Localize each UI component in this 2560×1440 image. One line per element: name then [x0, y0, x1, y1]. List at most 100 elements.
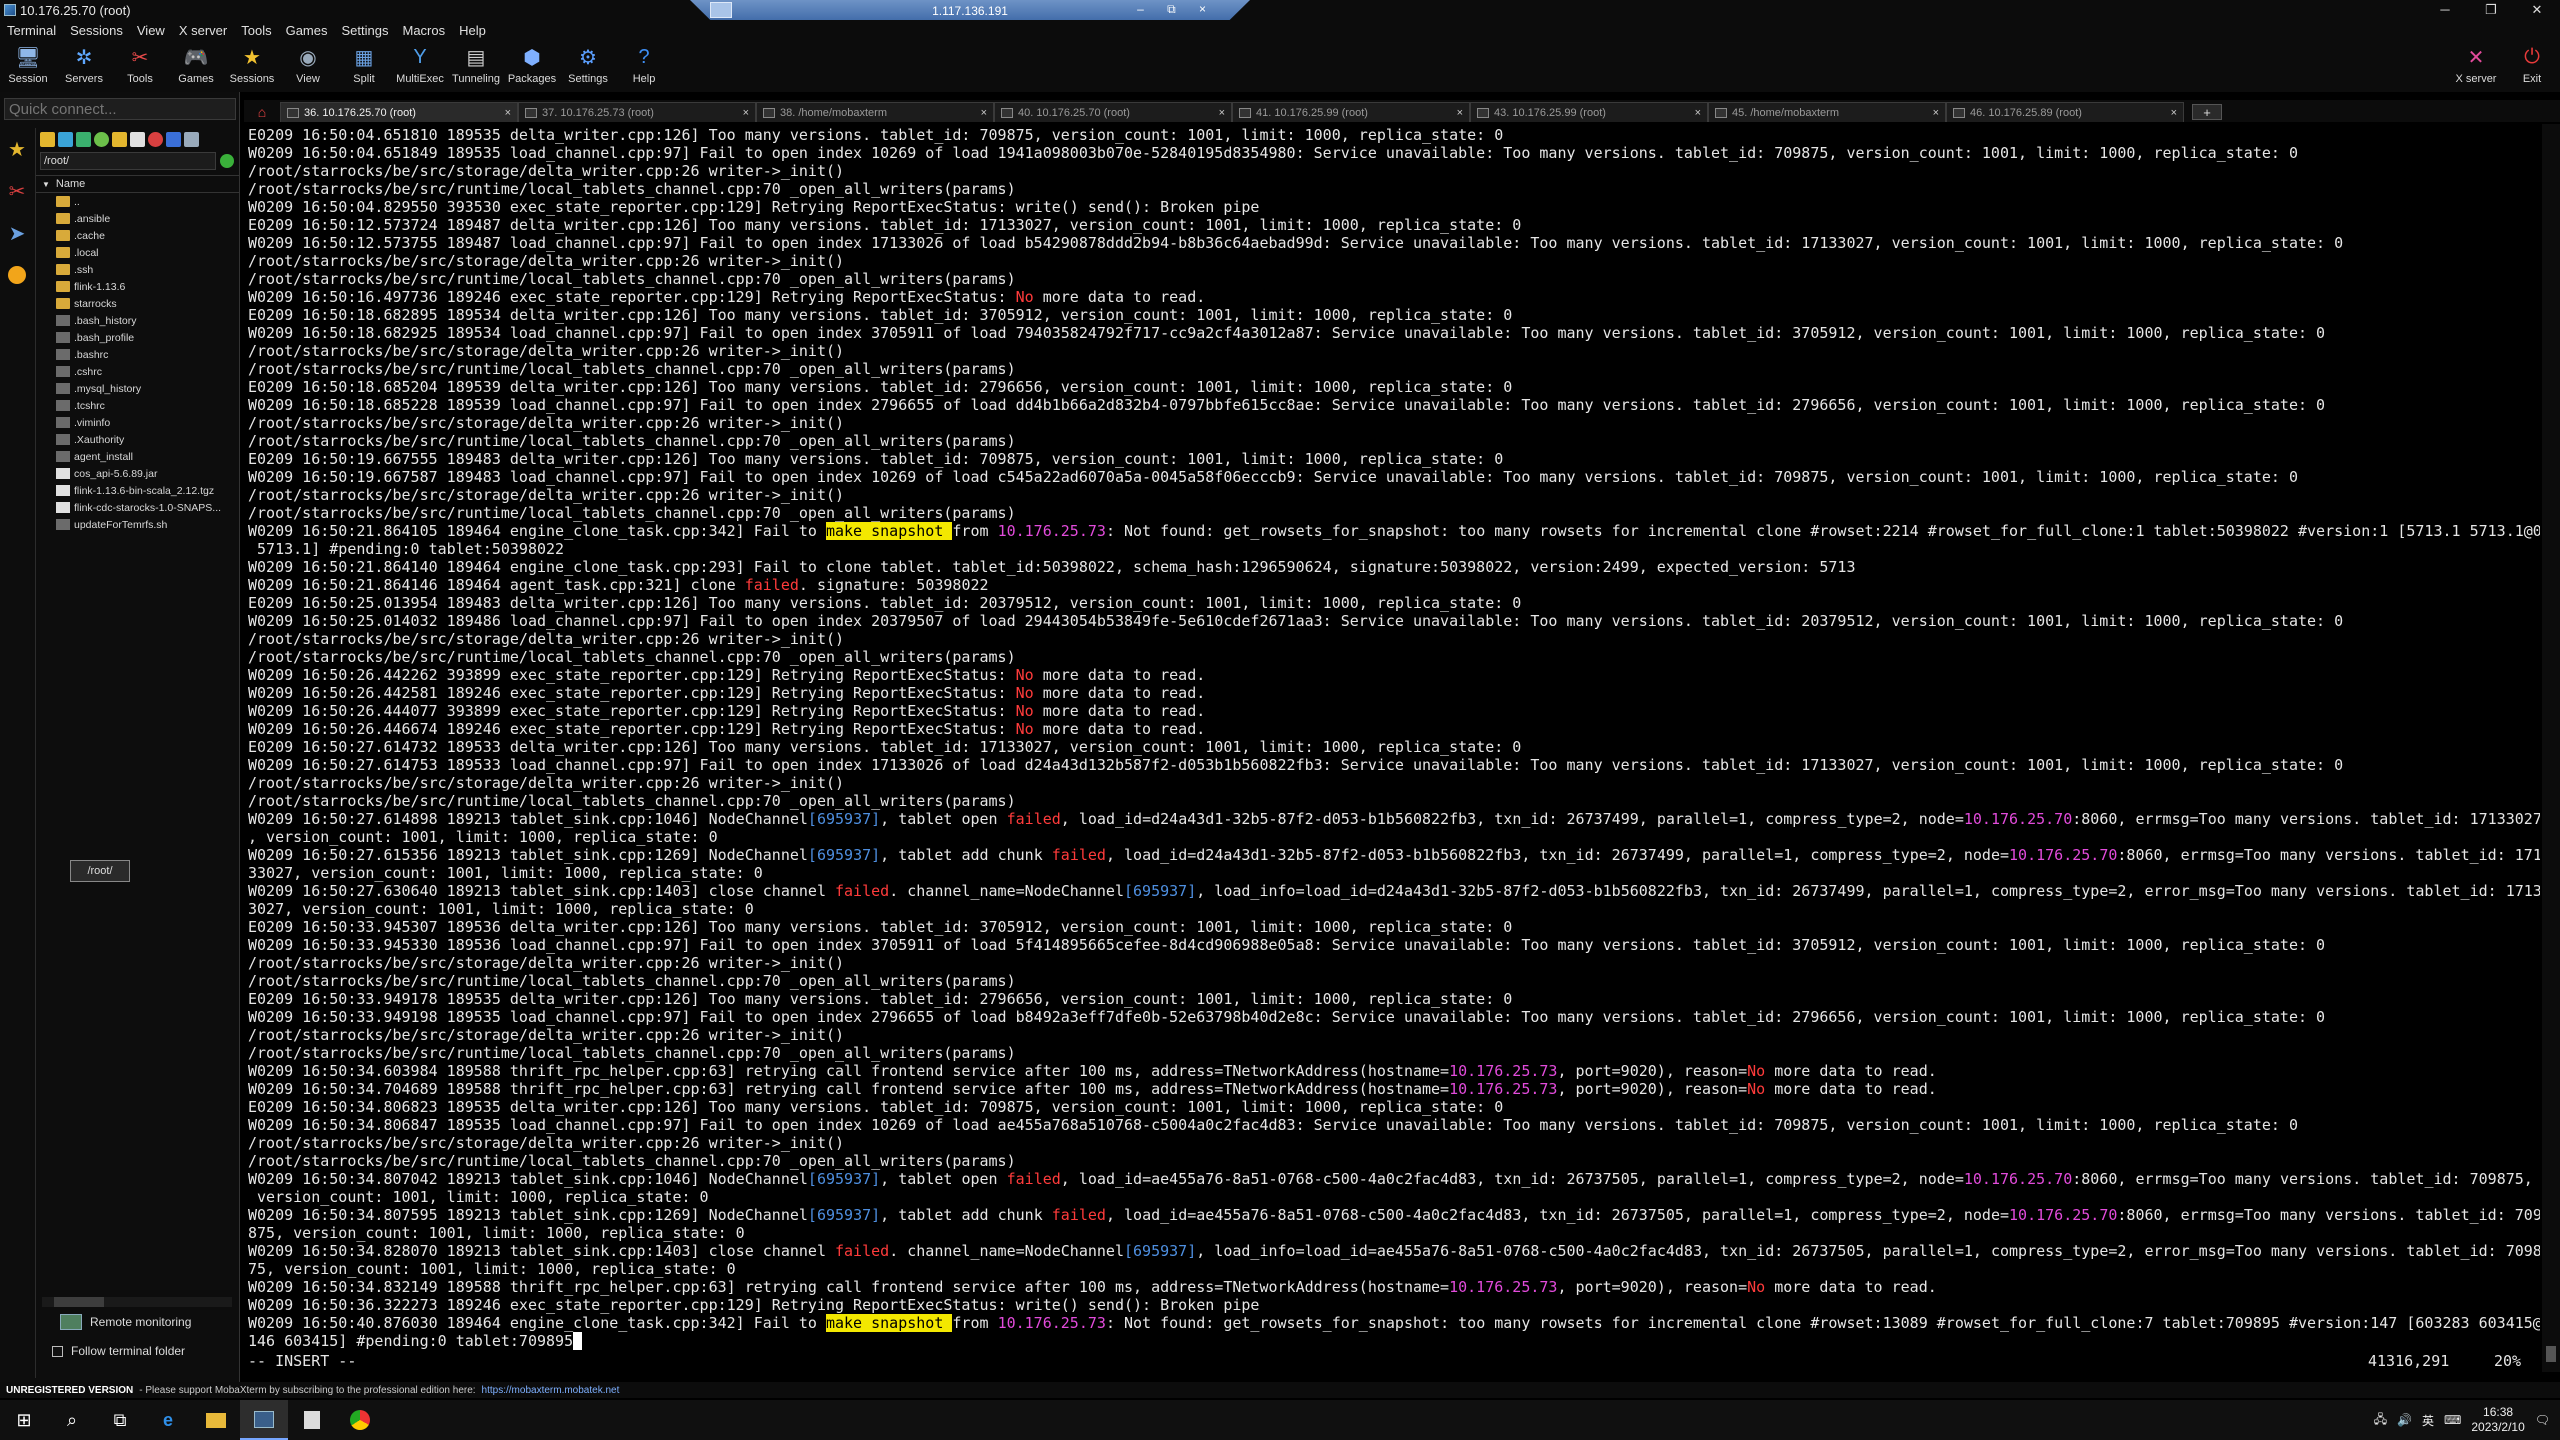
file-list-item[interactable]: .cache [56, 227, 240, 244]
file-list-item[interactable]: .viminfo [56, 414, 240, 431]
menu-help[interactable]: Help [452, 23, 493, 38]
file-list-item[interactable]: .. [56, 193, 240, 210]
file-list-item[interactable]: agent_install [56, 448, 240, 465]
toolbar-packages-button[interactable]: ⬢ Packages [504, 40, 560, 92]
file-list-item[interactable]: cos_api-5.6.89.jar [56, 465, 240, 482]
download-icon[interactable] [58, 131, 73, 147]
terminal-output[interactable]: E0209 16:50:04.651810 189535 delta_write… [244, 124, 2540, 1372]
session-tab[interactable]: 45. /home/mobaxterm × [1708, 102, 1946, 122]
close-button[interactable]: ✕ [2514, 0, 2560, 20]
taskbar-explorer[interactable] [192, 1400, 240, 1440]
macros-tab[interactable] [0, 254, 34, 296]
ime-indicator[interactable]: 英 [2422, 1412, 2434, 1429]
menu-x-server[interactable]: X server [172, 23, 234, 38]
menu-view[interactable]: View [130, 23, 172, 38]
file-list-item[interactable]: updateForTemrfs.sh [56, 516, 240, 533]
file-list-item[interactable]: .cshrc [56, 363, 240, 380]
taskbar-chrome[interactable] [336, 1400, 384, 1440]
file-list-item[interactable]: flink-1.13.6 [56, 278, 240, 295]
file-list-item[interactable]: .mysql_history [56, 380, 240, 397]
toolbar-exit-button[interactable]: ⏻ Exit [2504, 40, 2560, 92]
toolbar-games-button[interactable]: 🎮 Games [168, 40, 224, 92]
notification-icon[interactable]: 🗨 [2535, 1413, 2550, 1427]
toolbar-settings-button[interactable]: ⚙ Settings [560, 40, 616, 92]
delete-icon[interactable] [148, 131, 163, 147]
file-list-header[interactable]: ▼ Name [36, 175, 240, 193]
file-list-item[interactable]: .bashrc [56, 346, 240, 363]
remote-banner-controls[interactable]: – ⧉ × [1137, 2, 1216, 17]
file-list-item[interactable]: starrocks [56, 295, 240, 312]
toolbar-sessions-button[interactable]: ★ Sessions [224, 40, 280, 92]
tab-close-icon[interactable]: × [1219, 107, 1225, 119]
quick-connect-input[interactable] [4, 98, 236, 120]
maximize-button[interactable]: ❐ [2468, 0, 2514, 20]
network-icon[interactable]: 🖧 [2374, 1410, 2387, 1431]
follow-path-check-icon[interactable] [220, 154, 234, 168]
properties-icon[interactable] [184, 131, 199, 147]
toolbar-tunneling-button[interactable]: ▤ Tunneling [448, 40, 504, 92]
sftp-path-input[interactable] [40, 152, 216, 170]
toolbar-help-button[interactable]: ? Help [616, 40, 672, 92]
file-list-item[interactable]: .bash_history [56, 312, 240, 329]
new-file-icon[interactable] [130, 131, 145, 147]
sessions-star-tab[interactable]: ★ [0, 128, 34, 170]
file-list-item[interactable]: .local [56, 244, 240, 261]
start-button[interactable]: ⊞ [0, 1400, 48, 1440]
session-tab[interactable]: 37. 10.176.25.73 (root) × [518, 102, 756, 122]
keyboard-icon[interactable]: ⌨ [2444, 1413, 2461, 1427]
session-tab[interactable]: 36. 10.176.25.70 (root) × [280, 102, 518, 122]
tab-close-icon[interactable]: × [2171, 107, 2177, 119]
search-button[interactable]: ⌕ [48, 1400, 96, 1440]
toolbar-tools-button[interactable]: ✂ Tools [112, 40, 168, 92]
session-tab[interactable]: 46. 10.176.25.89 (root) × [1946, 102, 2184, 122]
toolbar-view-button[interactable]: ◉ View [280, 40, 336, 92]
session-tab[interactable]: 40. 10.176.25.70 (root) × [994, 102, 1232, 122]
terminal-scrollbar[interactable] [2542, 124, 2560, 1372]
menu-terminal[interactable]: Terminal [0, 23, 63, 38]
taskbar-mobaxterm[interactable] [240, 1400, 288, 1440]
file-list-item[interactable]: .Xauthority [56, 431, 240, 448]
menu-settings[interactable]: Settings [335, 23, 396, 38]
taskbar-edge[interactable]: e [144, 1400, 192, 1440]
menu-games[interactable]: Games [279, 23, 335, 38]
file-list-item[interactable]: .ansible [56, 210, 240, 227]
tab-close-icon[interactable]: × [505, 107, 511, 119]
remote-monitoring-button[interactable]: Remote monitoring [60, 1314, 191, 1330]
tab-close-icon[interactable]: × [1695, 107, 1701, 119]
session-tab[interactable]: 41. 10.176.25.99 (root) × [1232, 102, 1470, 122]
tab-close-icon[interactable]: × [1933, 107, 1939, 119]
system-clock[interactable]: 16:38 2023/2/10 [2471, 1405, 2524, 1435]
follow-terminal-folder-toggle[interactable]: Follow terminal folder [52, 1344, 185, 1358]
file-list-item[interactable]: .tcshrc [56, 397, 240, 414]
minimize-button[interactable]: ─ [2422, 0, 2468, 20]
new-tab-button[interactable]: + [2192, 104, 2222, 120]
taskbar-app[interactable] [288, 1400, 336, 1440]
menu-macros[interactable]: Macros [395, 23, 452, 38]
toolbar-x-server-button[interactable]: ✕ X server [2448, 40, 2504, 92]
session-tab[interactable]: 43. 10.176.25.99 (root) × [1470, 102, 1708, 122]
refresh-icon[interactable] [94, 131, 109, 147]
tab-close-icon[interactable]: × [981, 107, 987, 119]
file-list-item[interactable]: .bash_profile [56, 329, 240, 346]
tools-tab[interactable]: ✂ [0, 170, 34, 212]
subscribe-link[interactable]: https://mobaxterm.mobatek.net [482, 1385, 620, 1396]
terminal-scrollbar-thumb[interactable] [2546, 1346, 2556, 1362]
scrollbar-thumb[interactable] [54, 1297, 104, 1307]
follow-folder-checkbox[interactable] [52, 1345, 63, 1357]
menu-sessions[interactable]: Sessions [63, 23, 130, 38]
sftp-tab[interactable]: ➤ [0, 212, 34, 254]
toolbar-split-button[interactable]: ▦ Split [336, 40, 392, 92]
tab-close-icon[interactable]: × [743, 107, 749, 119]
new-folder-icon[interactable] [112, 131, 127, 147]
session-tab[interactable]: 38. /home/mobaxterm × [756, 102, 994, 122]
sidebar-horizontal-scrollbar[interactable] [42, 1297, 232, 1307]
rename-icon[interactable] [166, 131, 181, 147]
remote-desktop-banner[interactable]: 1.117.136.191 – ⧉ × [690, 0, 1250, 22]
toolbar-servers-button[interactable]: ✲ Servers [56, 40, 112, 92]
file-list-item[interactable]: .ssh [56, 261, 240, 278]
tab-close-icon[interactable]: × [1457, 107, 1463, 119]
task-view-button[interactable]: ⧉ [96, 1400, 144, 1440]
toolbar-session-button[interactable]: 🖥 Session [0, 40, 56, 92]
home-tab[interactable]: ⌂ [244, 102, 280, 122]
up-folder-icon[interactable] [40, 131, 55, 147]
